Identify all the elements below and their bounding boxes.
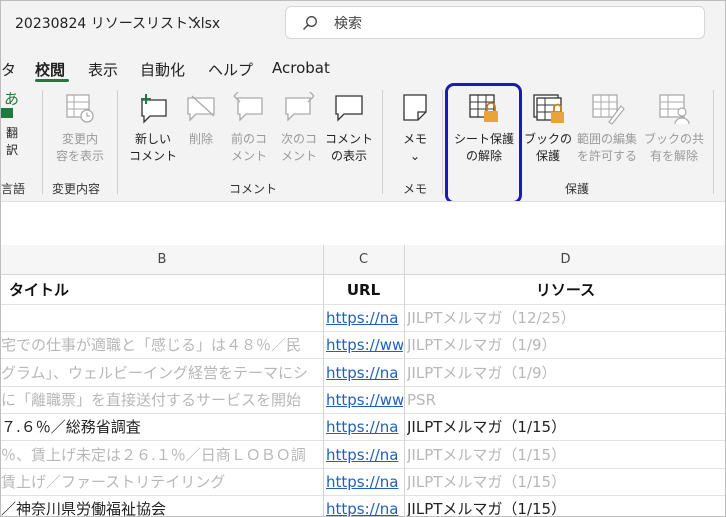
new-comment-button[interactable]: 新しい コメント — [125, 92, 181, 165]
unshare-workbook-button[interactable]: ブックの共 有を解除 — [643, 92, 705, 165]
tab-review[interactable]: 校閲 — [35, 59, 65, 80]
next-comment-button[interactable]: 次のコ メント — [275, 89, 323, 165]
cell-url-link[interactable]: https://na — [326, 469, 403, 496]
cell-resource[interactable]: JILPTメルマガ（1/15） — [407, 469, 725, 496]
header-title[interactable]: タイトル — [9, 275, 319, 305]
cell-title[interactable]: ／神奈川県労働福祉協会 — [1, 496, 321, 516]
tab-data-partial[interactable]: タ — [1, 59, 16, 80]
cell-title[interactable]: に「離職票」を直接送付するサービスを開始 — [1, 387, 321, 414]
delete-comment-button[interactable]: 削除 — [181, 92, 221, 148]
cell-url-link[interactable]: https://na — [326, 496, 403, 516]
memo-button[interactable]: メモ ⌄ — [393, 92, 437, 165]
cell-url-link[interactable]: https://na — [326, 442, 403, 469]
table-row: グラム」、ウェルビーイング経営をテーマにシ https://na JILPTメルマガ… — [1, 360, 725, 387]
column-header-c[interactable]: C — [323, 245, 404, 275]
search-placeholder: 検索 — [334, 16, 362, 32]
protect-workbook-icon — [533, 94, 564, 123]
group-label-language: 言語 — [1, 182, 26, 196]
cell-url-link[interactable]: https://na — [326, 305, 403, 332]
search-icon — [303, 16, 317, 30]
chevron-down-icon[interactable] — [187, 13, 199, 28]
delete-comment-icon — [187, 95, 215, 122]
table-row: ／神奈川県労働福祉協会 https://na JILPTメルマガ（1/15） — [1, 496, 725, 516]
title-bar: 20230824 リソースリスト.xlsx 検索 — [1, 1, 725, 48]
column-header-d[interactable]: D — [404, 245, 725, 275]
cell-title[interactable]: グラム」、ウェルビーイング経営をテーマにシ — [1, 360, 321, 387]
ribbon-tabs: タ 校閲 表示 自動化 ヘルプ Acrobat — [1, 48, 725, 84]
chevron-down-icon: ⌄ — [409, 149, 421, 163]
svg-text:あ: あ — [4, 90, 19, 108]
cell-title[interactable]: 賃上げ／ファーストリテイリング — [1, 469, 321, 496]
column-header-b[interactable]: B — [1, 245, 323, 275]
group-label-comments: コメント — [229, 182, 278, 196]
header-url[interactable]: URL — [323, 275, 404, 305]
group-label-changes: 変更内容 — [52, 182, 101, 196]
table-row: ％、賃上げ未定は２６.１％／日商ＬＯＢＯ調 https://na JILPTメルマガ… — [1, 442, 725, 469]
tab-view[interactable]: 表示 — [88, 59, 118, 80]
cell-resource[interactable]: JILPTメルマガ（1/9） — [407, 332, 725, 359]
unshare-workbook-icon — [659, 94, 690, 125]
column-divider — [323, 245, 324, 516]
memo-icon — [403, 94, 427, 121]
group-separator — [382, 90, 383, 194]
table-header-row: タイトル URL リソース — [1, 275, 725, 305]
group-separator — [117, 90, 118, 194]
table-row: 賃上げ／ファーストリテイリング https://na JILPTメルマガ（1/15） — [1, 469, 725, 496]
search-box[interactable]: 検索 — [285, 6, 705, 39]
cell-resource[interactable]: JILPTメルマガ（12/25） — [407, 305, 725, 332]
header-resource[interactable]: リソース — [404, 275, 725, 305]
cell-resource[interactable]: JILPTメルマガ（1/15） — [407, 414, 725, 441]
table-row: https://na JILPTメルマガ（12/25） — [1, 305, 725, 332]
cell-resource[interactable]: JILPTメルマガ（1/15） — [407, 496, 725, 516]
show-changes-button[interactable]: 変更内 容を表示 — [49, 92, 111, 165]
cell-title[interactable] — [1, 305, 321, 332]
show-comments-icon — [335, 95, 363, 122]
cell-url-link[interactable]: https://na — [326, 414, 403, 441]
tab-automate[interactable]: 自動化 — [140, 59, 185, 80]
group-label-memo: メモ — [403, 182, 428, 196]
formula-bar-area — [1, 201, 725, 245]
previous-comment-button[interactable]: 前のコ メント — [225, 89, 273, 165]
highlight-annotation — [445, 83, 522, 204]
protect-workbook-button[interactable]: ブックの 保護 — [523, 92, 573, 165]
cell-url-link[interactable]: https://na — [326, 360, 403, 387]
table-row: ７.６％／総務省調査 https://na JILPTメルマガ（1/15） — [1, 414, 725, 442]
group-separator — [442, 90, 443, 194]
cell-resource[interactable]: JILPTメルマガ（1/15） — [407, 442, 725, 469]
tab-acrobat[interactable]: Acrobat — [272, 59, 330, 77]
cell-title[interactable]: ％、賃上げ未定は２６.１％／日商ＬＯＢＯ調 — [1, 442, 321, 469]
show-changes-icon — [66, 94, 94, 123]
cell-title[interactable]: 宅での仕事が適職と「感じる」は４８％／民 — [1, 332, 321, 359]
group-separator — [42, 90, 43, 194]
column-divider — [404, 245, 405, 516]
translate-button[interactable]: あ 翻 訳 — [1, 90, 23, 159]
allow-edit-ranges-icon — [592, 94, 625, 125]
cell-url-link[interactable]: https://ww — [326, 387, 403, 414]
group-label-protect: 保護 — [565, 182, 590, 196]
active-tab-indicator — [35, 79, 69, 82]
table-row: 宅での仕事が適職と「感じる」は４８％／民 https://ww JILPTメルマガ（… — [1, 332, 725, 360]
allow-edit-ranges-button[interactable]: 範囲の編集 を許可する — [573, 92, 641, 165]
show-comments-button[interactable]: コメント の表示 — [323, 92, 375, 165]
previous-comment-icon — [233, 89, 263, 122]
excel-window: 20230824 リソースリスト.xlsx 検索 タ 校閲 表示 自動化 ヘルプ… — [0, 0, 726, 517]
cell-url-link[interactable]: https://ww — [326, 332, 403, 359]
cell-title[interactable]: ７.６％／総務省調査 — [1, 414, 321, 441]
review-ribbon: あ 翻 訳 言語 変更内 容を表示 変更内容 新しい コメント 削除 前のコ メ… — [1, 84, 725, 201]
cell-resource[interactable]: PSR — [407, 387, 725, 414]
group-separator — [713, 90, 714, 194]
new-comment-icon — [141, 94, 167, 124]
table-row: に「離職票」を直接送付するサービスを開始 https://ww PSR — [1, 387, 725, 414]
cell-resource[interactable]: JILPTメルマガ（1/9） — [407, 360, 725, 387]
translate-icon: あ — [1, 90, 19, 118]
next-comment-icon — [285, 89, 315, 122]
tab-help[interactable]: ヘルプ — [208, 59, 253, 80]
